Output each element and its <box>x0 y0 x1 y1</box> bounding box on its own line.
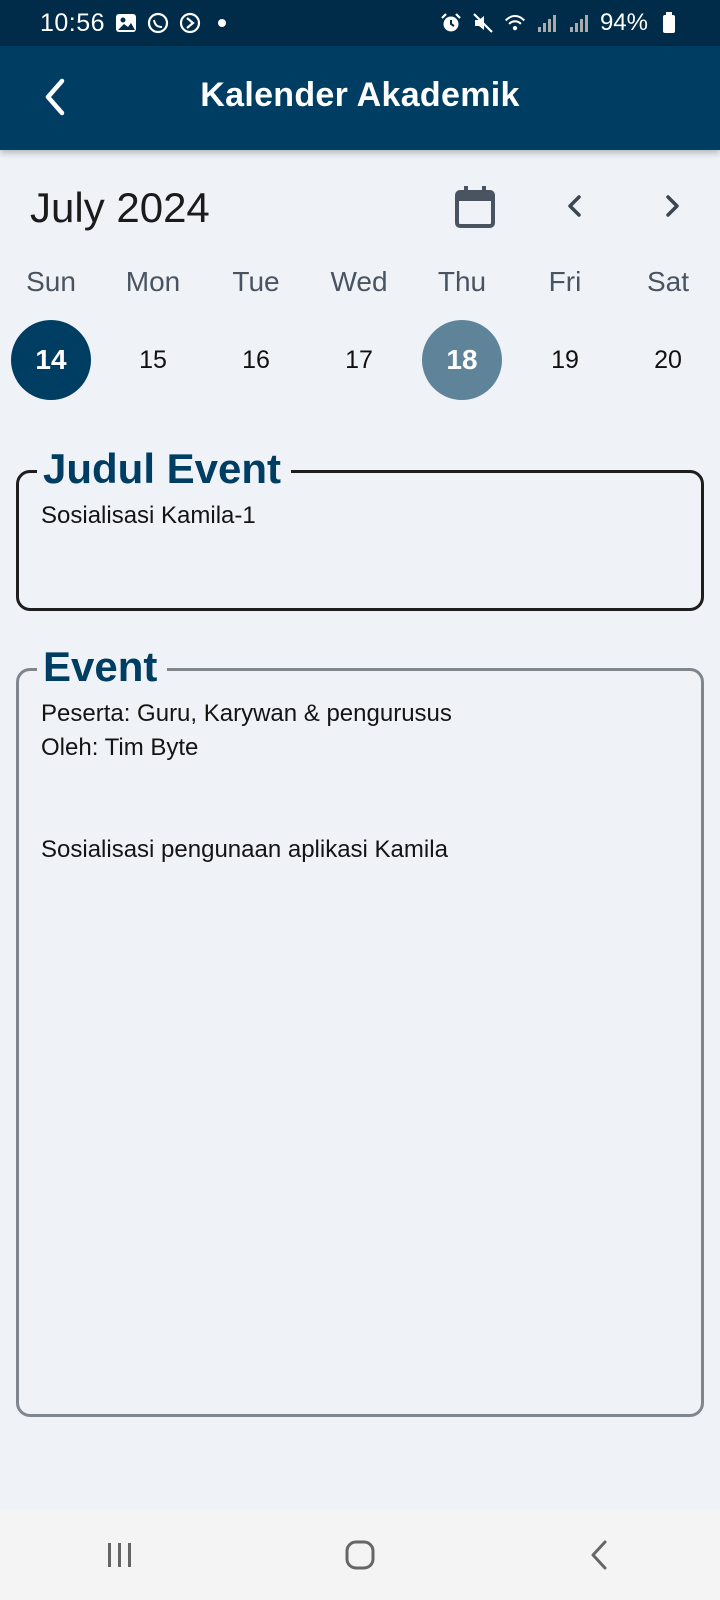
day-column-fri: Fri 19 <box>515 262 615 400</box>
mute-icon <box>472 12 494 34</box>
date-cell[interactable]: 17 <box>319 320 399 400</box>
gallery-icon <box>115 12 137 34</box>
event-description-field[interactable]: Event Peserta: Guru, Karywan & pengurusu… <box>16 641 704 1417</box>
alarm-icon <box>440 12 462 34</box>
calendar-icon <box>455 186 495 228</box>
event-description-value: Peserta: Guru, Karywan & pengurusus Oleh… <box>41 700 452 863</box>
chevron-right-icon <box>666 195 679 217</box>
event-title-legend: Judul Event <box>37 443 292 495</box>
date-cell[interactable]: 20 <box>628 320 708 400</box>
day-column-tue: Tue 16 <box>206 262 306 400</box>
signal-icon <box>568 12 590 34</box>
app-bar: Kalender Akademik <box>0 46 720 150</box>
battery-percent: 94% <box>599 9 648 36</box>
weekday-label: Sat <box>646 266 690 297</box>
recent-apps-button[interactable] <box>75 1525 165 1585</box>
month-header: July 2024 <box>0 176 720 238</box>
battery-icon <box>658 12 680 34</box>
page-title: Kalender Akademik <box>200 76 520 114</box>
day-column-wed: Wed 17 <box>309 262 409 400</box>
date-cell[interactable]: 19 <box>525 320 605 400</box>
chevron-left-icon <box>568 195 581 217</box>
event-title-value: Sosialisasi Kamila-1 <box>41 502 256 529</box>
previous-week-button[interactable] <box>555 186 595 226</box>
home-icon <box>345 1540 375 1570</box>
date-cell-selected[interactable]: 14 <box>11 320 91 400</box>
calendar-picker-button[interactable] <box>452 184 498 230</box>
home-button[interactable] <box>315 1525 405 1585</box>
weekday-label: Mon <box>125 266 181 297</box>
date-cell-marked[interactable]: 18 <box>422 320 502 400</box>
weekday-label: Wed <box>330 266 388 297</box>
recent-apps-icon <box>108 1543 131 1567</box>
weekday-label: Fri <box>548 266 582 297</box>
weekday-label: Thu <box>437 266 487 297</box>
weekday-label: Sun <box>26 266 76 297</box>
event-title-field[interactable]: Judul Event Sosialisasi Kamila-1 <box>16 443 704 611</box>
day-column-mon: Mon 15 <box>103 262 203 400</box>
app-icon <box>179 12 201 34</box>
next-week-button[interactable] <box>652 186 692 226</box>
dot-icon <box>211 12 233 34</box>
day-column-sun: Sun 14 <box>1 262 101 400</box>
status-bar-left: 10:56 <box>40 9 233 38</box>
month-label: July 2024 <box>30 184 210 231</box>
date-cell[interactable]: 15 <box>113 320 193 400</box>
day-column-sat: Sat 20 <box>618 262 718 400</box>
weekday-label: Tue <box>232 266 280 297</box>
whatsapp-icon <box>147 12 169 34</box>
signal-icon <box>536 12 558 34</box>
system-back-button[interactable] <box>555 1525 645 1585</box>
back-icon <box>591 1540 607 1570</box>
day-column-thu: Thu 18 <box>412 262 512 400</box>
event-description-legend: Event <box>37 641 168 693</box>
status-bar: 10:56 94% <box>0 0 720 46</box>
wifi-icon <box>504 12 526 34</box>
system-nav-bar <box>0 1510 720 1600</box>
status-bar-right: 94% <box>440 9 680 37</box>
date-cell[interactable]: 16 <box>216 320 296 400</box>
status-time: 10:56 <box>40 8 106 37</box>
